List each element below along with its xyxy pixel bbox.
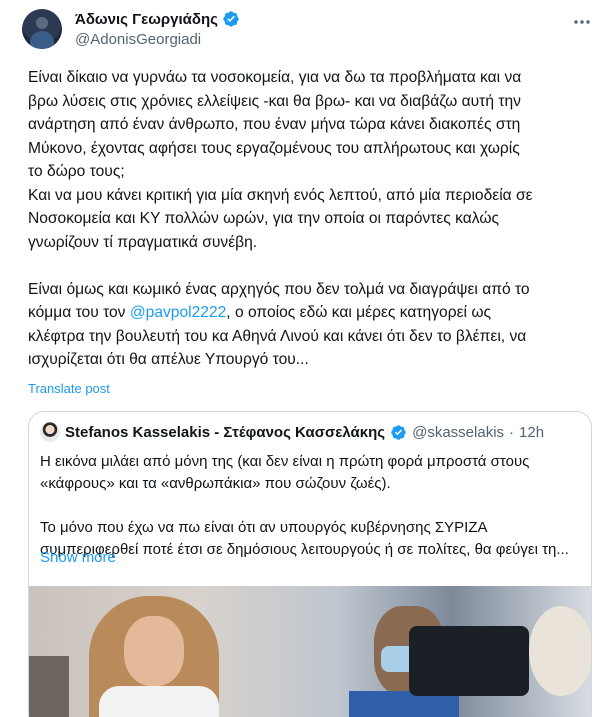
quoted-author-avatar[interactable] [40,422,60,442]
quoted-post-image[interactable] [29,586,591,717]
author-name-row: Άδωνις Γεωργιάδης [75,10,240,28]
post-line: το δώρο τους; [28,163,125,180]
quoted-post-header: Stefanos Kasselakis - Στέφανος Κασσελάκη… [40,422,544,442]
quoted-post-time[interactable]: 12h [519,424,544,441]
verified-badge-icon [390,424,407,441]
more-options-icon[interactable] [572,12,592,32]
quoted-line: συμπεριφερθεί ποτέ έτσι σε δημόσιους λει… [40,541,569,558]
translate-post-link[interactable]: Translate post [28,381,110,396]
author-avatar[interactable] [22,9,62,49]
post-line: γνωρίζουν τί πραγματικά συνέβη. [28,233,258,251]
quoted-post-text: Η εικόνα μιλάει από μόνη της (και δεν εί… [40,451,585,561]
post-line: Μύκονο, έχοντας αφήσει τους εργαζομένους… [28,139,520,157]
mention-link[interactable]: @pavpol2222 [130,304,226,321]
image-shape [124,616,184,686]
quoted-author-handle[interactable]: @skasselakis [412,424,504,441]
post-line: βρω λύσεις στις χρόνιες ελλείψεις -και θ… [28,92,521,110]
show-more-link[interactable]: Show more [40,549,116,566]
verified-badge-icon [222,10,240,28]
author-handle[interactable]: @AdonisGeorgiadi [75,31,201,48]
post-line: Είναι δίκαιο να γυρνάω τα νοσοκομεία, γι… [28,69,522,86]
post-text-fragment: κόμμα του τον [28,304,130,321]
post-line: κλέφτρα την βουλευτή του κα Αθηνά Λινού … [28,327,527,345]
quoted-line: Η εικόνα μιλάει από μόνη της (και δεν εί… [40,453,530,470]
post-line: ανάρτηση από έναν άνθρωπο, που έναν μήνα… [28,116,521,133]
quoted-author-name[interactable]: Stefanos Kasselakis - Στέφανος Κασσελάκη… [65,424,385,441]
post-line: Νοσοκομεία και ΚΥ πολλών ωρών, για την ο… [28,210,500,227]
post-line: ισχυρίζεται ότι θα απέλυε Υπουργό του... [28,351,309,368]
image-shape [29,656,69,717]
post-line: κόμμα του τον @pavpol2222, ο οποίος εδώ … [28,301,588,325]
post: Άδωνις Γεωργιάδης @AdonisGeorgiadi Είναι… [0,0,596,717]
post-text: Είναι δίκαιο να γυρνάω τα νοσοκομεία, γι… [28,66,588,372]
post-line: Και να μου κάνει κριτική για μία σκηνή ε… [28,186,533,204]
post-line: Είναι όμως και κωμικό ένας αρχηγός που δ… [28,280,530,298]
quoted-line: Το μόνο που έχω να πω είναι ότι αν υπουρ… [40,519,488,536]
image-shape [529,606,591,696]
image-shape [409,626,529,696]
quoted-post[interactable]: Stefanos Kasselakis - Στέφανος Κασσελάκη… [28,411,592,717]
image-shape [99,686,219,717]
separator-dot: · [509,423,515,441]
post-text-fragment: , ο οποίος εδώ και μέρες κατηγορεί ως [226,304,492,321]
quoted-line: «κάφρους» και τα «ανθρωπάκια» που σώζουν… [40,475,391,492]
author-display-name[interactable]: Άδωνις Γεωργιάδης [75,11,218,28]
